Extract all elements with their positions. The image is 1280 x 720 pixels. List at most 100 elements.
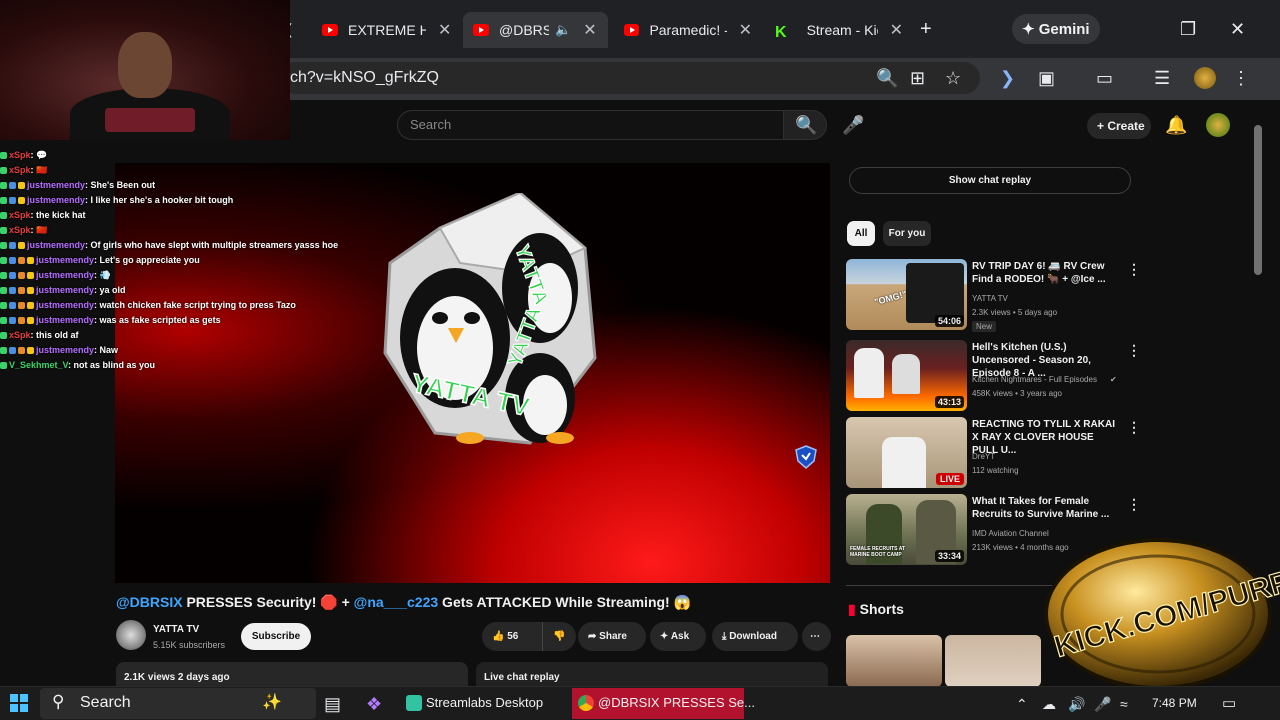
page-scrollbar[interactable]: [1254, 125, 1262, 275]
show-chat-replay-button[interactable]: Show chat replay: [849, 167, 1131, 194]
taskbar-clock[interactable]: 7:48 PM: [1152, 696, 1197, 710]
close-icon[interactable]: ✕: [890, 20, 903, 40]
copilot-icon[interactable]: ❖: [366, 692, 382, 716]
more-icon[interactable]: ⋮: [1127, 419, 1141, 436]
channel-name[interactable]: DreYT: [972, 452, 995, 461]
video-meta: 112 watching: [972, 466, 1019, 475]
task-view-icon[interactable]: ▤: [324, 692, 341, 716]
bookmark-star-icon[interactable]: ☆: [945, 66, 961, 90]
recommended-video[interactable]: LIVE REACTING TO TYLIL X RAKAI X RAY X C…: [846, 417, 1141, 489]
gemini-button[interactable]: ✦ Gemini: [1012, 14, 1100, 44]
share-button[interactable]: ➦ Share: [578, 622, 646, 651]
like-button[interactable]: 👍 56: [482, 622, 542, 651]
profile-avatar[interactable]: [1194, 67, 1216, 89]
install-app-icon[interactable]: ⊞: [910, 66, 925, 90]
video-thumbnail[interactable]: FEMALE RECRUITS AT MARINE BOOT CAMP 33:3…: [846, 494, 967, 565]
badge-icon: [18, 347, 25, 355]
title-mention-link[interactable]: @DBRSIX: [116, 594, 183, 610]
tab-2[interactable]: @DBRSI 🔈 ✕: [463, 12, 608, 48]
tray-overflow-icon[interactable]: ⌃: [1016, 692, 1028, 716]
address-bar[interactable]: ch?v=kNSO_gFrkZQ: [280, 62, 980, 94]
media-control-icon[interactable]: ☰: [1154, 66, 1170, 90]
short-thumbnail[interactable]: [846, 635, 942, 687]
close-icon[interactable]: ✕: [739, 20, 752, 40]
extensions-icon[interactable]: ▣: [1038, 66, 1055, 90]
read-aloud-icon[interactable]: ❯: [1000, 66, 1015, 90]
microphone-icon[interactable]: 🎤: [1094, 692, 1111, 716]
chat-message: xSpk: 💬: [0, 148, 420, 163]
channel-name[interactable]: YATTA TV: [972, 294, 1008, 303]
microphone-icon[interactable]: 🎤: [842, 113, 864, 137]
short-thumbnail[interactable]: [945, 635, 1041, 687]
badge-icon: [0, 332, 7, 340]
more-actions-button[interactable]: ⋯: [802, 622, 831, 651]
taskbar-search[interactable]: ⚲ Search ✨: [40, 688, 316, 719]
badge-icon: [9, 242, 16, 250]
restore-icon[interactable]: ❐: [1180, 17, 1196, 41]
video-thumbnail[interactable]: LIVE: [846, 417, 967, 488]
more-icon[interactable]: ⋮: [1127, 261, 1141, 278]
recommended-video[interactable]: 43:13 Hell's Kitchen (U.S.) Uncensored -…: [846, 340, 1141, 412]
search-input[interactable]: Search: [397, 110, 783, 140]
create-button[interactable]: + Create: [1087, 113, 1151, 139]
new-tab-button[interactable]: +: [920, 17, 932, 41]
tab-3[interactable]: Paramedic! - ✕: [614, 12, 762, 48]
video-title[interactable]: RV TRIP DAY 6! 🚐 RV Crew Find a RODEO! 🐂…: [972, 260, 1120, 286]
dislike-button[interactable]: 👎: [542, 622, 576, 651]
chat-text: : Of girls who have slept with multiple …: [85, 240, 339, 250]
chat-username: justmemendy: [36, 315, 95, 325]
title-text: Gets ATTACKED While Streaming! 😱: [438, 594, 692, 610]
notification-center-icon[interactable]: ▭: [1222, 692, 1236, 716]
video-thumbnail[interactable]: "OMG!" 54:06: [846, 259, 967, 330]
wifi-icon[interactable]: ≈: [1120, 692, 1128, 716]
chip-for-you[interactable]: For you: [883, 221, 931, 246]
browser-menu-icon[interactable]: ⋮: [1232, 66, 1250, 90]
chat-username: justmemendy: [36, 300, 95, 310]
more-icon[interactable]: ⋮: [1127, 496, 1141, 513]
tab-1[interactable]: EXTREME Ho ✕: [312, 12, 462, 48]
tab-search-icon[interactable]: ▭: [1096, 66, 1113, 90]
chat-username: justmemendy: [27, 240, 86, 250]
chat-username: xSpk: [9, 330, 31, 340]
windows-start-icon[interactable]: [10, 694, 28, 712]
chat-text: : this old af: [30, 330, 79, 340]
title-mention-link[interactable]: @na___c223: [354, 594, 439, 610]
badge-icon: [27, 272, 34, 280]
close-icon[interactable]: ✕: [583, 20, 596, 40]
chat-text: : She's Been out: [85, 180, 156, 190]
thumbnail-text: FEMALE RECRUITS AT MARINE BOOT CAMP: [850, 546, 905, 558]
taskbar-app-chrome[interactable]: @DBRSIX PRESSES Se...: [572, 688, 755, 719]
badge-icon: [27, 287, 34, 295]
video-title[interactable]: What It Takes for Female Recruits to Sur…: [972, 495, 1120, 521]
close-window-icon[interactable]: ✕: [1230, 17, 1245, 41]
channel-name[interactable]: YATTA TV: [153, 624, 199, 635]
video-thumbnail[interactable]: 43:13: [846, 340, 967, 411]
channel-avatar[interactable]: [116, 620, 146, 650]
subscribe-button[interactable]: Subscribe: [241, 623, 311, 650]
plus-icon: +: [1097, 119, 1108, 133]
taskbar-app-streamlabs[interactable]: Streamlabs Desktop: [400, 688, 568, 719]
chat-message: justmemendy: I like her she's a hooker b…: [0, 193, 420, 208]
chat-text: : Naw: [94, 345, 119, 355]
download-button[interactable]: ⤓ Download: [712, 622, 798, 651]
channel-name[interactable]: Kitchen Nightmares - Full Episodes: [972, 375, 1097, 384]
search-button[interactable]: 🔍: [783, 110, 827, 140]
taskbar-app-label: Streamlabs Desktop: [426, 695, 544, 710]
account-avatar[interactable]: [1206, 113, 1230, 137]
chat-message: justmemendy: watch chicken fake script t…: [0, 298, 420, 313]
ask-button[interactable]: ✦ Ask: [650, 622, 706, 651]
badge-icon: [18, 272, 25, 280]
tab-4[interactable]: K Stream - Kick ✕: [765, 12, 913, 48]
chrome-icon: [578, 695, 594, 711]
recommended-video[interactable]: "OMG!" 54:06 RV TRIP DAY 6! 🚐 RV Crew Fi…: [846, 259, 1141, 332]
subscriber-count: 5.15K subscribers: [153, 640, 226, 650]
notifications-bell-icon[interactable]: 🔔: [1165, 113, 1187, 137]
kick-icon: K: [775, 24, 787, 41]
chip-all[interactable]: All: [847, 221, 875, 246]
speaker-icon[interactable]: 🔈: [555, 22, 571, 38]
more-icon[interactable]: ⋮: [1127, 342, 1141, 359]
cloud-icon[interactable]: ☁: [1042, 692, 1056, 716]
zoom-icon[interactable]: 🔍: [876, 66, 898, 90]
volume-icon[interactable]: 🔊: [1068, 692, 1085, 716]
close-icon[interactable]: ✕: [438, 20, 451, 40]
